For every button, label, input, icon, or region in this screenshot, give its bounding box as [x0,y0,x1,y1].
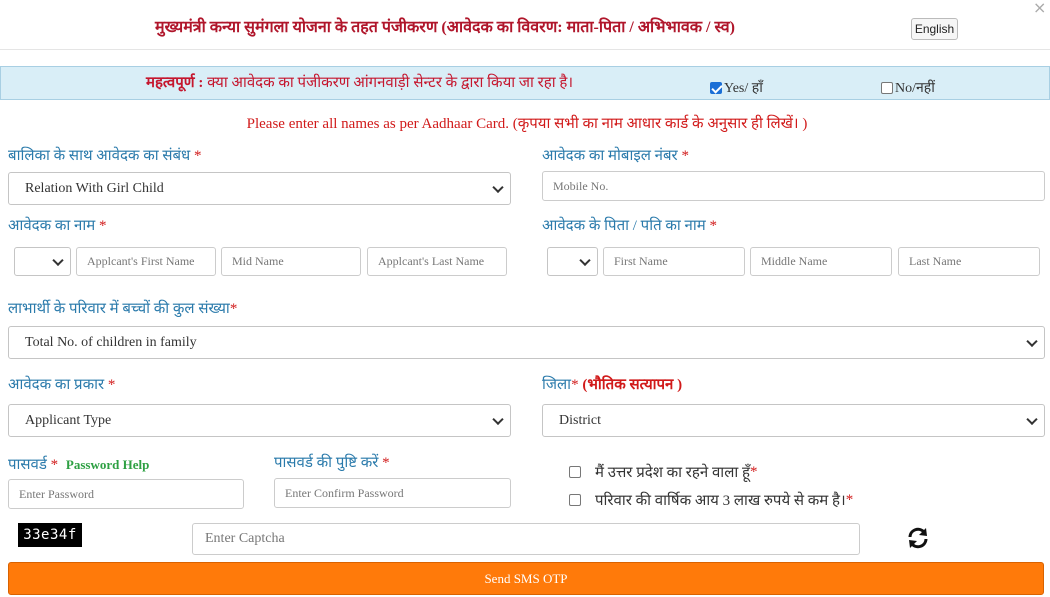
mobile-label: आवेदक का मोबाइल नंबर * [542,148,689,164]
refresh-icon[interactable] [906,526,930,550]
applicant-last-name-placeholder: Applcant's Last Name [378,254,485,268]
chevron-down-icon [579,254,591,266]
father-name-label: आवेदक के पिता / पति का नाम * [542,218,717,234]
chevron-down-icon [1026,335,1038,347]
mobile-placeholder: Mobile No. [553,178,609,193]
relation-select[interactable]: Relation With Girl Child [8,172,511,205]
close-icon[interactable]: × [1033,0,1046,17]
income-checkbox[interactable] [569,494,581,506]
father-last-name-placeholder: Last Name [909,254,962,268]
no-label: No/नहीं [895,81,935,96]
resident-check-label: मैं उत्तर प्रदेश का रहने वाला हूँ [595,465,750,481]
confirm-password-label: पासवर्ड की पुष्टि करें * [274,455,390,471]
father-first-name-input[interactable]: First Name [603,247,745,276]
send-sms-otp-button[interactable]: Send SMS OTP [8,562,1044,595]
applicant-title-select[interactable] [14,247,71,276]
captcha-input[interactable]: Enter Captcha [192,523,860,555]
resident-checkbox[interactable] [569,466,581,478]
chevron-down-icon [52,254,64,266]
confirm-password-input[interactable]: Enter Confirm Password [274,478,511,508]
password-placeholder: Enter Password [19,486,94,501]
yes-label: Yes/ हाँ [724,81,763,96]
relation-label: बालिका के साथ आवेदक का संबंध * [8,148,202,164]
password-input[interactable]: Enter Password [8,479,244,509]
aadhaar-note: Please enter all names as per Aadhaar Ca… [246,116,808,132]
income-check-option[interactable]: परिवार की वार्षिक आय 3 लाख रुपये से कम ह… [569,490,853,510]
father-title-select[interactable] [547,247,598,276]
notice-question: क्या आवेदक का पंजीकरण आंगनवाड़ी सेन्टर क… [207,75,574,91]
district-label: जिला* (भौतिक सत्यापन ) [542,377,683,393]
page-title: मुख्यमंत्री कन्या सुमंगला योजना के तहत प… [155,19,735,36]
relation-select-value: Relation With Girl Child [25,180,164,196]
applicant-type-label: आवेदक का प्रकार * [8,377,116,393]
district-verify-note: (भौतिक सत्यापन ) [582,377,683,393]
children-count-value: Total No. of children in family [25,334,197,350]
language-toggle-button[interactable]: English [911,18,958,40]
yes-checkbox[interactable] [710,81,722,94]
confirm-password-placeholder: Enter Confirm Password [285,485,404,500]
captcha-image: 33e34f [18,523,82,547]
income-check-label: परिवार की वार्षिक आय 3 लाख रुपये से कम ह… [595,493,846,509]
father-last-name-input[interactable]: Last Name [898,247,1040,276]
captcha-placeholder: Enter Captcha [205,531,285,546]
no-checkbox[interactable] [881,81,893,94]
password-help-link[interactable]: Password Help [66,457,149,472]
mobile-input[interactable]: Mobile No. [542,171,1045,201]
chevron-down-icon [492,413,504,425]
resident-check-option[interactable]: मैं उत्तर प्रदेश का रहने वाला हूँ * [569,462,757,482]
father-middle-name-placeholder: Middle Name [761,254,828,268]
anganwadi-no-option[interactable]: No/नहीं [881,78,935,97]
children-count-select[interactable]: Total No. of children in family [8,326,1045,359]
applicant-type-select[interactable]: Applicant Type [8,404,511,437]
applicant-first-name-input[interactable]: Applcant's First Name [76,247,216,276]
notice-label: महत्वपूर्ण : [146,75,204,91]
password-label: पासवर्ड * Password Help [8,457,150,473]
applicant-first-name-placeholder: Applcant's First Name [87,254,195,268]
notice-text: महत्वपूर्ण : क्या आवेदक का पंजीकरण आंगनव… [146,72,573,92]
father-first-name-placeholder: First Name [614,254,668,268]
applicant-mid-name-input[interactable]: Mid Name [221,247,361,276]
anganwadi-notice-bar: महत्वपूर्ण : क्या आवेदक का पंजीकरण आंगनव… [0,66,1050,100]
anganwadi-yes-option[interactable]: Yes/ हाँ [710,78,763,97]
applicant-last-name-input[interactable]: Applcant's Last Name [367,247,507,276]
children-count-label: लाभार्थी के परिवार में बच्चों की कुल संख… [8,301,238,317]
chevron-down-icon [492,181,504,193]
applicant-name-label: आवेदक का नाम * [8,218,107,234]
applicant-mid-name-placeholder: Mid Name [232,254,284,268]
district-value: District [559,412,601,428]
district-select[interactable]: District [542,404,1045,437]
father-middle-name-input[interactable]: Middle Name [750,247,892,276]
modal-header: मुख्यमंत्री कन्या सुमंगला योजना के तहत प… [0,0,1050,50]
chevron-down-icon [1026,413,1038,425]
applicant-type-value: Applicant Type [25,412,112,428]
